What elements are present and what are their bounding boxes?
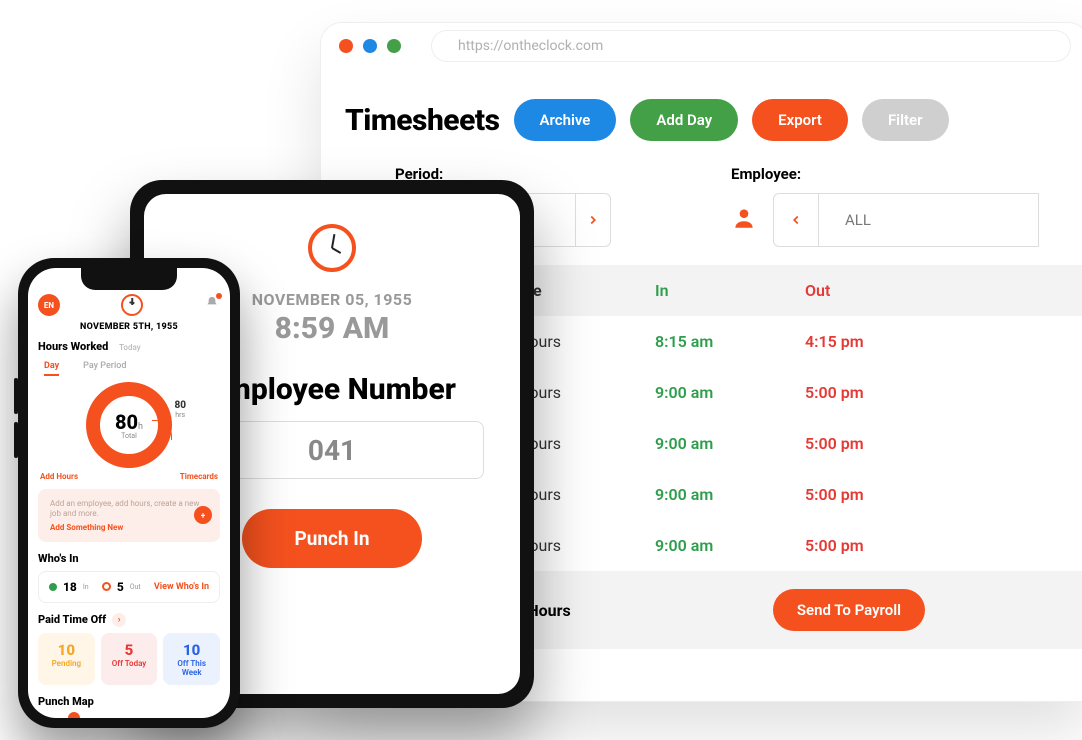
map-pin-icon xyxy=(66,709,83,718)
status-out-ring-icon xyxy=(102,582,111,591)
hours-gauge: 80h Total 80 hrs xyxy=(38,382,220,468)
page-title: Timesheets xyxy=(345,103,500,138)
phone-top-bar: EN xyxy=(38,294,220,316)
phone-notch xyxy=(81,268,177,290)
person-icon xyxy=(731,205,757,235)
clock-icon xyxy=(121,294,143,316)
view-whos-in-link[interactable]: View Who's In xyxy=(154,582,209,592)
gauge-side-label: 80 hrs xyxy=(174,400,186,419)
pto-off-today-value: 5 xyxy=(105,641,154,659)
employee-number-label: Employee Number xyxy=(208,372,456,407)
employee-value: ALL xyxy=(819,193,1039,247)
cell-in: 9:00 am xyxy=(655,434,805,453)
plus-icon[interactable]: + xyxy=(194,506,212,524)
whos-in-row[interactable]: 18 In 5 Out View Who's In xyxy=(38,571,220,603)
traffic-minimize-icon[interactable] xyxy=(363,39,377,53)
punch-map-preview[interactable] xyxy=(38,712,220,718)
gauge-side-sub: hrs xyxy=(175,411,185,419)
gauge-links: Add Hours Timecards xyxy=(38,472,220,481)
add-hours-link[interactable]: Add Hours xyxy=(40,472,78,481)
col-out: Out xyxy=(805,281,925,300)
chevron-right-icon[interactable]: › xyxy=(112,613,126,627)
send-to-payroll-button[interactable]: Send To Payroll xyxy=(773,589,925,631)
pto-title: Paid Time Off › xyxy=(38,613,220,627)
pto-pending-label: Pending xyxy=(42,659,91,668)
add-card-cta: Add Something New xyxy=(50,523,208,532)
phone-device: EN NOVEMBER 5TH, 1955 Hours Worked Today… xyxy=(18,258,240,728)
cell-out: 5:00 pm xyxy=(805,536,925,555)
hours-worked-today: Today xyxy=(119,343,141,352)
out-label: Out xyxy=(130,583,141,591)
gauge-side-value: 80 xyxy=(174,400,186,411)
add-card-hint: Add an employee, add hours, create a new… xyxy=(50,499,208,520)
pto-cards: 10 Pending 5 Off Today 10 Off This Week xyxy=(38,633,220,685)
whos-in-title: Who's In xyxy=(38,552,220,565)
chevron-left-icon xyxy=(789,213,803,227)
status-in-dot-icon xyxy=(49,583,57,591)
cell-in: 9:00 am xyxy=(655,485,805,504)
browser-chrome: https://ontheclock.com xyxy=(321,23,1082,69)
traffic-lights xyxy=(339,39,401,53)
employee-prev-button[interactable] xyxy=(773,193,819,247)
traffic-close-icon[interactable] xyxy=(339,39,353,53)
gauge-sub: Total xyxy=(121,432,137,440)
tab-pay-period[interactable]: Pay Period xyxy=(83,361,126,376)
pto-card-pending[interactable]: 10 Pending xyxy=(38,633,95,685)
cell-out: 5:00 pm xyxy=(805,485,925,504)
chevron-right-icon xyxy=(586,213,600,227)
add-something-card[interactable]: Add an employee, add hours, create a new… xyxy=(38,489,220,542)
out-count: 5 xyxy=(117,580,124,594)
employee-filter: Employee: ALL xyxy=(731,165,1039,247)
phone-date: NOVEMBER 5TH, 1955 xyxy=(38,322,220,332)
period-next-button[interactable] xyxy=(575,193,611,247)
notifications-icon[interactable] xyxy=(204,295,220,315)
timesheets-header: Timesheets Archive Add Day Export Filter xyxy=(345,89,1082,165)
pto-pending-value: 10 xyxy=(42,641,91,659)
employee-picker[interactable]: ALL xyxy=(773,193,1039,247)
add-day-button[interactable]: Add Day xyxy=(630,99,738,141)
whos-in-in-group: 18 In xyxy=(49,580,89,594)
hours-tabs: Day Pay Period xyxy=(38,361,220,376)
archive-button[interactable]: Archive xyxy=(514,99,617,141)
cell-in: 9:00 am xyxy=(655,536,805,555)
pto-off-week-value: 10 xyxy=(167,641,216,659)
whos-in-out-group: 5 Out xyxy=(102,580,141,594)
gauge-value: 80 xyxy=(115,410,138,434)
punch-in-button[interactable]: Punch In xyxy=(242,509,421,568)
tablet-time: 8:59 AM xyxy=(275,311,390,346)
gauge-unit: h xyxy=(138,422,143,432)
cell-out: 5:00 pm xyxy=(805,383,925,402)
in-label: In xyxy=(83,583,89,591)
url-text: https://ontheclock.com xyxy=(458,38,603,54)
pto-off-week-label: Off This Week xyxy=(167,659,216,677)
tab-day[interactable]: Day xyxy=(44,361,59,376)
export-button[interactable]: Export xyxy=(752,99,848,141)
filter-button[interactable]: Filter xyxy=(862,99,949,141)
hours-worked-title: Hours Worked Today xyxy=(38,340,220,353)
pto-off-today-label: Off Today xyxy=(105,659,154,668)
col-in: In xyxy=(655,281,805,300)
in-count: 18 xyxy=(63,580,77,594)
language-badge[interactable]: EN xyxy=(38,294,60,316)
phone-screen: EN NOVEMBER 5TH, 1955 Hours Worked Today… xyxy=(28,268,230,718)
clock-icon xyxy=(308,224,356,272)
cell-in: 9:00 am xyxy=(655,383,805,402)
pto-label: Paid Time Off xyxy=(38,613,106,626)
employee-label: Employee: xyxy=(731,165,1039,183)
gauge-ring: 80h Total 80 hrs xyxy=(86,382,172,468)
traffic-zoom-icon[interactable] xyxy=(387,39,401,53)
timecards-link[interactable]: Timecards xyxy=(180,472,218,481)
pto-card-off-week[interactable]: 10 Off This Week xyxy=(163,633,220,685)
cell-out: 4:15 pm xyxy=(805,332,925,351)
cell-out: 5:00 pm xyxy=(805,434,925,453)
url-bar[interactable]: https://ontheclock.com xyxy=(431,30,1071,62)
punch-map-title: Punch Map xyxy=(38,695,220,708)
pto-card-off-today[interactable]: 5 Off Today xyxy=(101,633,158,685)
hours-worked-label: Hours Worked xyxy=(38,340,108,353)
cell-in: 8:15 am xyxy=(655,332,805,351)
tablet-date: NOVEMBER 05, 1955 xyxy=(252,290,413,309)
gauge-connector-line xyxy=(152,420,172,440)
